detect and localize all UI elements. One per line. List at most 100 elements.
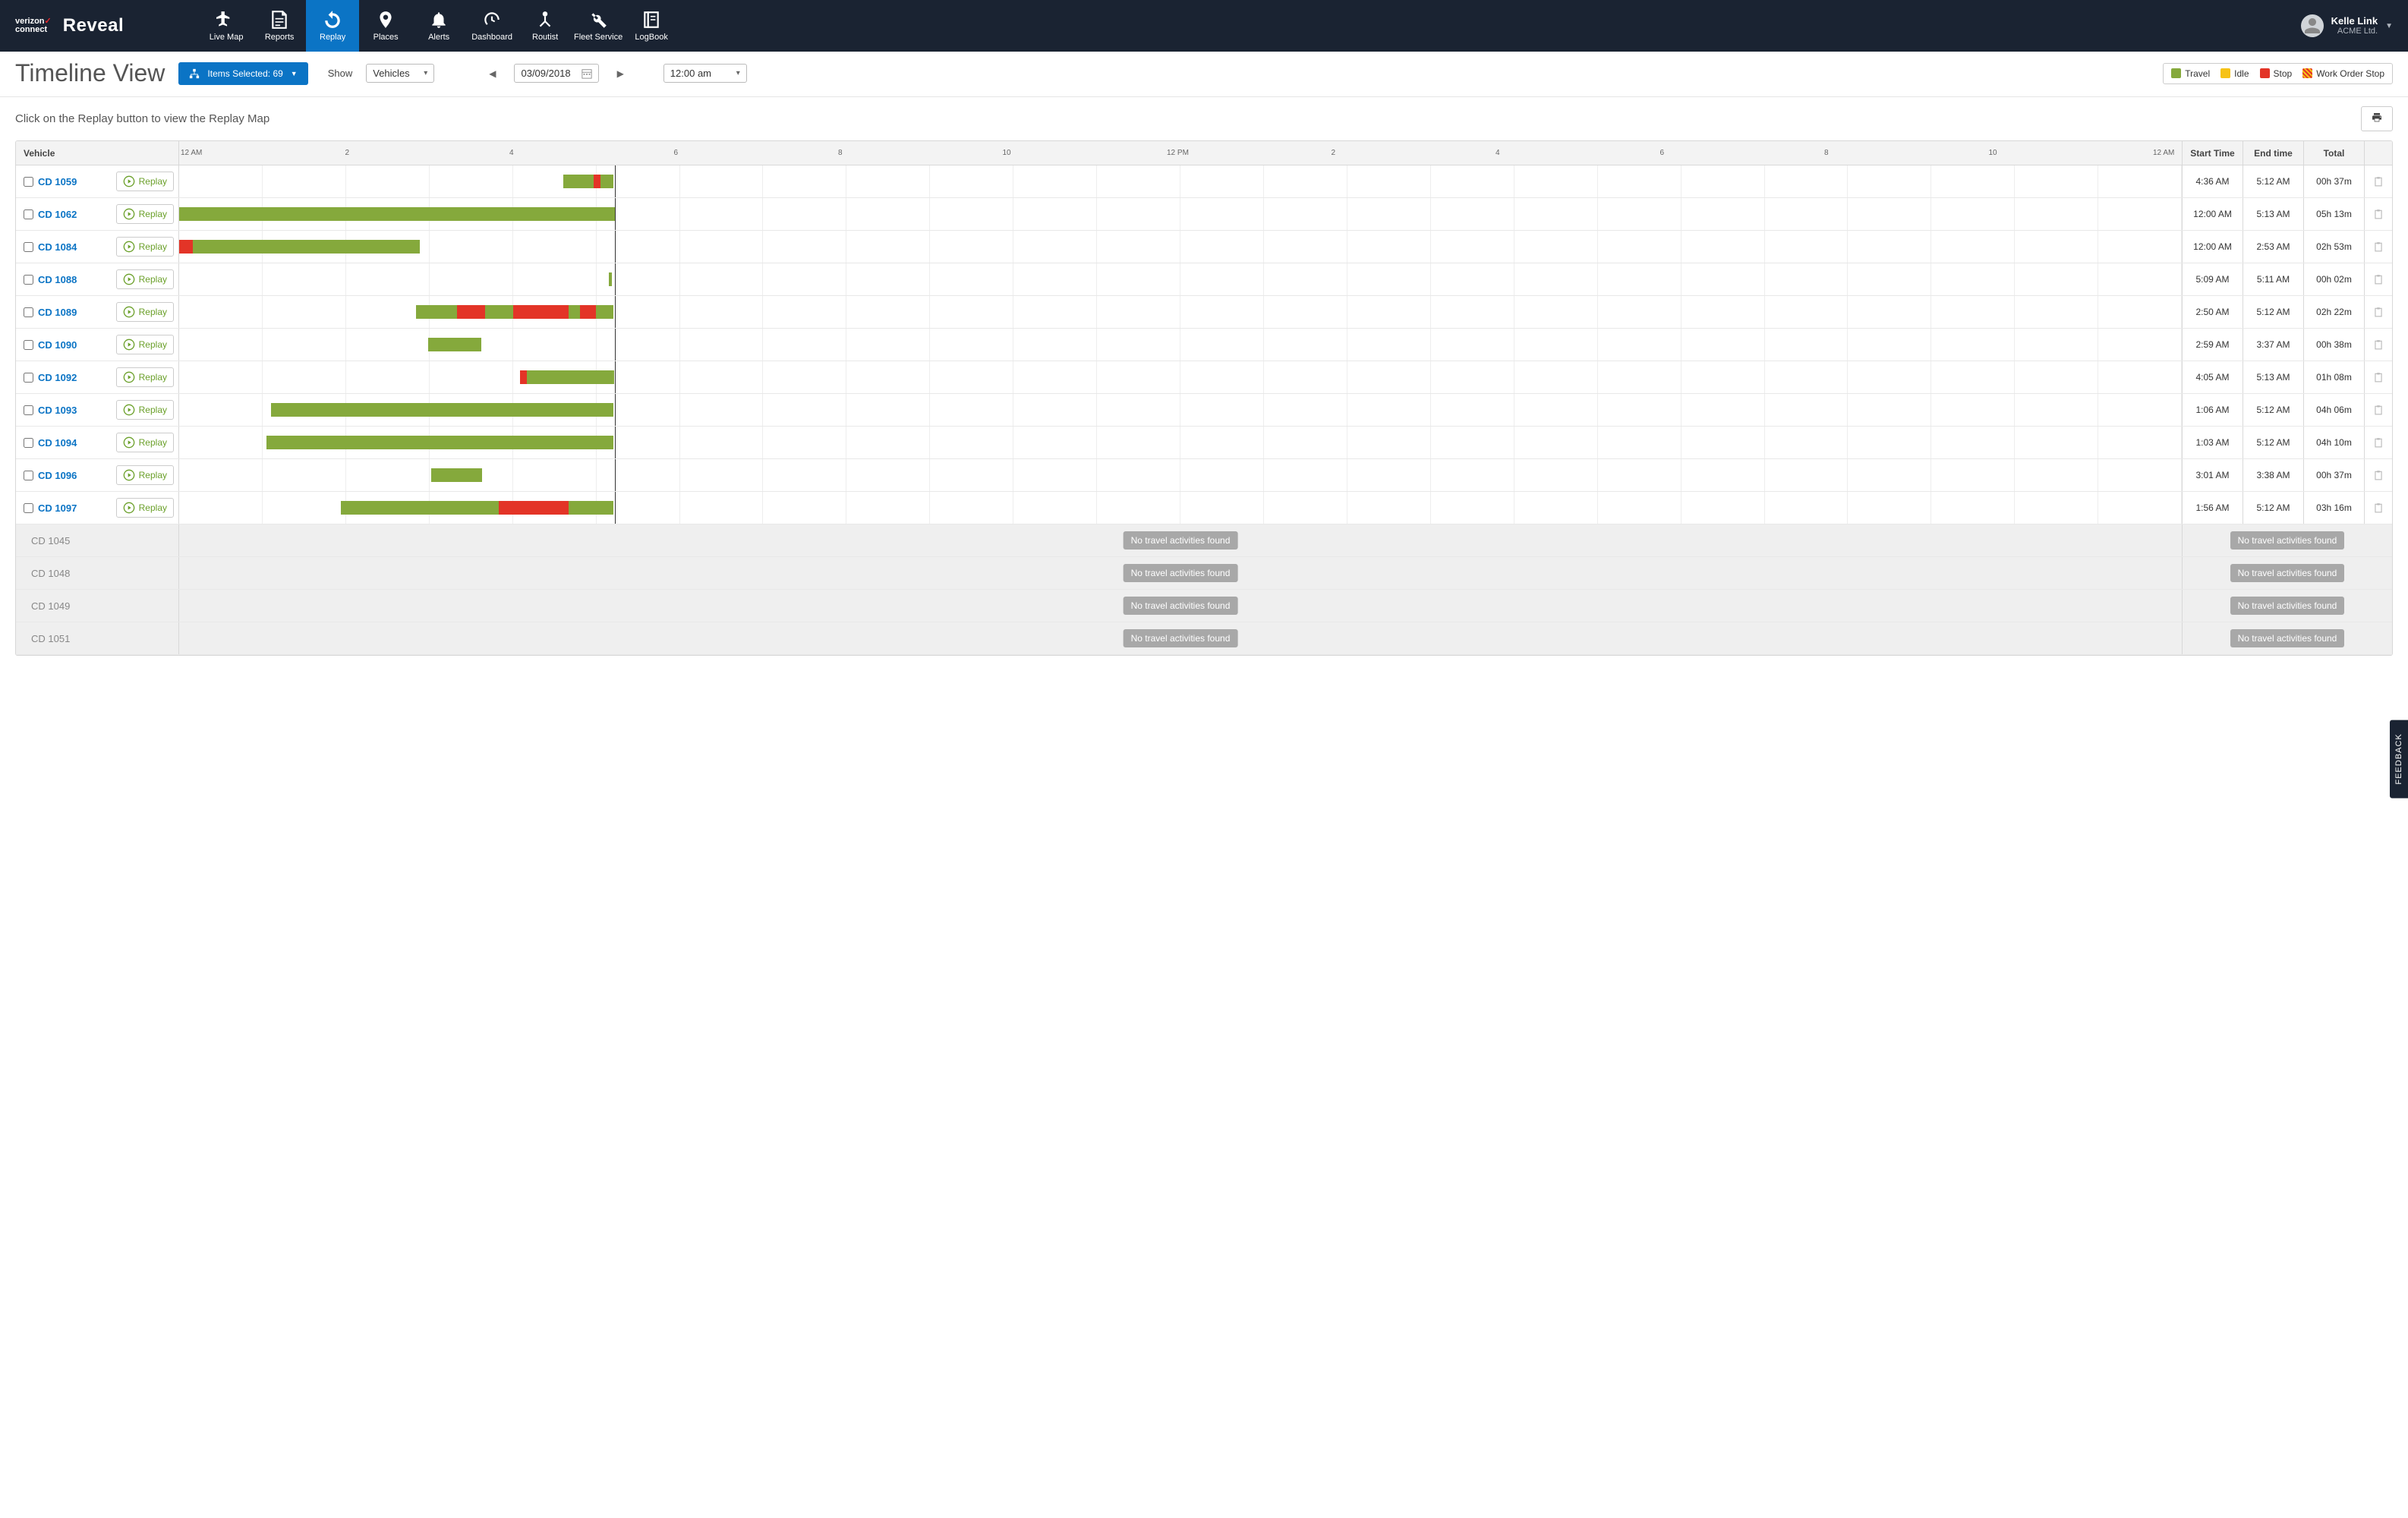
timeline-cell[interactable]: [179, 394, 2183, 426]
row-checkbox[interactable]: [24, 405, 33, 415]
segment-travel[interactable]: [569, 501, 613, 515]
segment-stop[interactable]: [513, 305, 569, 319]
segment-travel[interactable]: [569, 305, 580, 319]
segment-stop[interactable]: [580, 305, 597, 319]
replay-button[interactable]: Replay: [116, 302, 174, 322]
prev-day-button[interactable]: ◀: [484, 65, 500, 82]
date-picker[interactable]: 03/09/2018: [514, 64, 598, 83]
segment-travel[interactable]: [527, 370, 615, 384]
vehicle-link[interactable]: CD 1089: [38, 307, 77, 318]
timeline-cell[interactable]: [179, 263, 2183, 295]
nav-places[interactable]: Places: [359, 0, 412, 52]
replay-button[interactable]: Replay: [116, 400, 174, 420]
row-action[interactable]: [2365, 427, 2392, 458]
row-checkbox[interactable]: [24, 177, 33, 187]
row-checkbox[interactable]: [24, 373, 33, 383]
vehicle-link[interactable]: CD 1090: [38, 339, 77, 351]
vehicle-link[interactable]: CD 1062: [38, 209, 77, 220]
segment-stop[interactable]: [594, 175, 600, 188]
replay-button[interactable]: Replay: [116, 204, 174, 224]
nav-replay[interactable]: Replay: [306, 0, 359, 52]
replay-button[interactable]: Replay: [116, 237, 174, 257]
cell-total: 02h 53m: [2304, 231, 2365, 263]
row-action[interactable]: [2365, 394, 2392, 426]
vehicle-link[interactable]: CD 1092: [38, 372, 77, 383]
replay-button[interactable]: Replay: [116, 465, 174, 485]
row-action[interactable]: [2365, 296, 2392, 328]
timeline-cell[interactable]: [179, 296, 2183, 328]
vehicle-link[interactable]: CD 1096: [38, 470, 77, 481]
row-action[interactable]: [2365, 165, 2392, 197]
time-select[interactable]: 12:00 am▾: [663, 64, 747, 83]
segment-travel[interactable]: [428, 338, 481, 351]
segment-travel[interactable]: [266, 436, 613, 449]
row-action[interactable]: [2365, 198, 2392, 230]
gauge-icon: [482, 10, 502, 30]
replay-button[interactable]: Replay: [116, 498, 174, 518]
vehicle-link[interactable]: CD 1093: [38, 405, 77, 416]
nav-fleet-service[interactable]: Fleet Service: [572, 0, 625, 52]
replay-button[interactable]: Replay: [116, 335, 174, 354]
segment-travel[interactable]: [179, 207, 615, 221]
segment-travel[interactable]: [609, 272, 612, 286]
row-action[interactable]: [2365, 263, 2392, 295]
nav-live-map[interactable]: Live Map: [200, 0, 253, 52]
replay-button[interactable]: Replay: [116, 172, 174, 191]
row-checkbox[interactable]: [24, 438, 33, 448]
timeline-cell[interactable]: [179, 361, 2183, 393]
row-action[interactable]: [2365, 231, 2392, 263]
segment-travel[interactable]: [600, 175, 613, 188]
segment-stop[interactable]: [457, 305, 485, 319]
table-row: CD 1089 Replay 2:50 AM5:12 AM02h 22m: [16, 296, 2392, 329]
timeline-cell[interactable]: [179, 329, 2183, 361]
items-selected-button[interactable]: Items Selected: 69 ▼: [178, 62, 307, 85]
replay-button[interactable]: Replay: [116, 269, 174, 289]
segment-stop[interactable]: [520, 370, 527, 384]
row-checkbox[interactable]: [24, 307, 33, 317]
nav-alerts[interactable]: Alerts: [412, 0, 465, 52]
segment-travel[interactable]: [416, 305, 458, 319]
segment-travel[interactable]: [193, 240, 419, 254]
row-action[interactable]: [2365, 329, 2392, 361]
vehicle-link[interactable]: CD 1084: [38, 241, 77, 253]
row-checkbox[interactable]: [24, 242, 33, 252]
vehicle-link[interactable]: CD 1088: [38, 274, 77, 285]
nav-dashboard[interactable]: Dashboard: [465, 0, 518, 52]
vehicle-link[interactable]: CD 1059: [38, 176, 77, 187]
vehicle-link[interactable]: CD 1097: [38, 502, 77, 514]
next-day-button[interactable]: ▶: [613, 65, 629, 82]
print-button[interactable]: [2361, 106, 2393, 131]
nav-logbook[interactable]: LogBook: [625, 0, 678, 52]
vehicle-link[interactable]: CD 1094: [38, 437, 77, 449]
row-checkbox[interactable]: [24, 275, 33, 285]
segment-travel[interactable]: [271, 403, 613, 417]
nav-reports[interactable]: Reports: [253, 0, 306, 52]
timeline-cell[interactable]: [179, 459, 2183, 491]
segment-travel[interactable]: [596, 305, 613, 319]
timeline-cell[interactable]: [179, 492, 2183, 524]
segment-stop[interactable]: [179, 240, 193, 254]
segment-stop[interactable]: [499, 501, 569, 515]
segment-travel[interactable]: [341, 501, 500, 515]
segment-travel[interactable]: [563, 175, 594, 188]
show-select[interactable]: Vehicles▾: [366, 64, 434, 83]
timeline-cell[interactable]: [179, 427, 2183, 458]
cell-end: 5:12 AM: [2243, 296, 2304, 328]
replay-button[interactable]: Replay: [116, 433, 174, 452]
row-checkbox[interactable]: [24, 503, 33, 513]
feedback-tab[interactable]: FEEDBACK: [2390, 720, 2408, 798]
row-action[interactable]: [2365, 361, 2392, 393]
replay-button[interactable]: Replay: [116, 367, 174, 387]
segment-travel[interactable]: [485, 305, 513, 319]
timeline-cell[interactable]: [179, 198, 2183, 230]
user-menu[interactable]: Kelle Link ACME Ltd. ▼: [2286, 0, 2408, 52]
timeline-cell[interactable]: [179, 165, 2183, 197]
timeline-cell[interactable]: [179, 231, 2183, 263]
row-checkbox[interactable]: [24, 209, 33, 219]
row-action[interactable]: [2365, 492, 2392, 524]
row-checkbox[interactable]: [24, 471, 33, 480]
row-action[interactable]: [2365, 459, 2392, 491]
row-checkbox[interactable]: [24, 340, 33, 350]
segment-travel[interactable]: [431, 468, 483, 482]
nav-routist[interactable]: Routist: [518, 0, 572, 52]
